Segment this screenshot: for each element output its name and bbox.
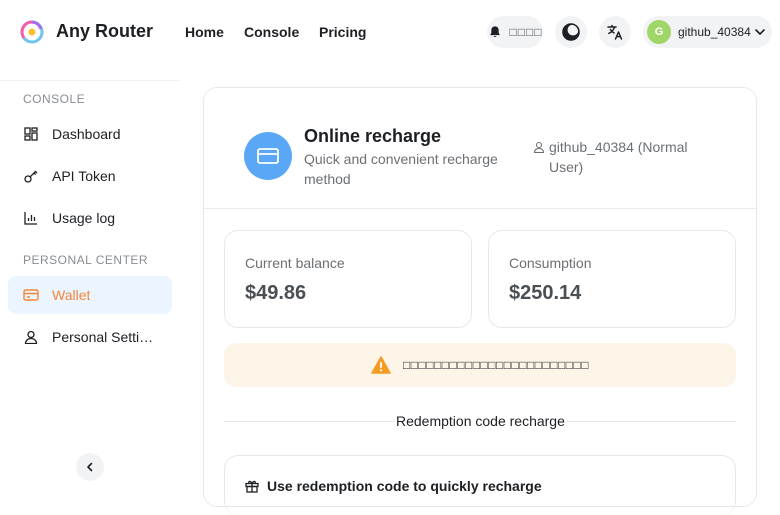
chart-icon [23, 210, 39, 226]
balance-label: Current balance [245, 255, 345, 271]
nav-home[interactable]: Home [185, 24, 224, 40]
current-user-info: github_40384 (Normal User) [533, 137, 713, 177]
sidebar-section-console: CONSOLE [23, 92, 86, 106]
chevron-down-icon [755, 29, 765, 35]
sidebar-item-api-token[interactable]: API Token [8, 157, 172, 195]
top-bar: Any Router Home Console Pricing □□□□ G g… [0, 0, 780, 64]
app-name[interactable]: Any Router [56, 21, 153, 42]
avatar: G [647, 20, 671, 44]
redemption-title: Use redemption code to quickly recharge [245, 478, 542, 494]
sidebar-item-label: Wallet [52, 287, 91, 303]
balance-value: $49.86 [245, 282, 307, 304]
user-name: github_40384 [678, 25, 751, 39]
sidebar-item-label: Usage log [52, 210, 116, 226]
sidebar-item-label: Dashboard [52, 126, 121, 142]
current-user-text: github_40384 (Normal User) [549, 139, 688, 175]
recharge-card: Online recharge Quick and convenient rec… [203, 87, 757, 515]
bell-icon [489, 26, 500, 38]
notice-button[interactable]: □□□□ [487, 16, 543, 48]
nav-pricing[interactable]: Pricing [319, 24, 366, 40]
recharge-card-header: Online recharge Quick and convenient rec… [204, 88, 756, 209]
user-menu-button[interactable]: G github_40384 [643, 16, 772, 48]
consumption-card: Consumption $250.14 [488, 230, 736, 328]
key-icon [23, 168, 39, 184]
user-icon [23, 329, 39, 345]
sidebar-item-label: Personal Settings [52, 329, 156, 345]
sidebar-item-usage-log[interactable]: Usage log [8, 199, 172, 237]
app-logo-icon[interactable] [20, 20, 44, 44]
user-icon [533, 141, 545, 153]
wallet-icon [23, 287, 39, 303]
consumption-label: Consumption [509, 255, 592, 271]
redemption-title-text: Use redemption code to quickly recharge [267, 478, 542, 494]
collapse-sidebar-button[interactable] [76, 453, 104, 481]
chevron-left-icon [87, 462, 93, 472]
dashboard-icon [23, 126, 39, 142]
warning-text: □□□□□□□□□□□□□□□□□□□□□□□□ [403, 358, 589, 372]
credit-card-icon [244, 132, 292, 180]
page-title: Online recharge [304, 126, 442, 146]
sidebar-section-personal: PERSONAL CENTER [23, 253, 149, 267]
page-subtitle: Quick and convenient recharge method [304, 151, 498, 187]
divider-left [224, 421, 394, 422]
warning-icon [371, 356, 391, 374]
sidebar-item-personal-settings[interactable]: Personal Settings [8, 318, 172, 356]
redemption-divider-label: Redemption code recharge [395, 413, 566, 429]
notice-label: □□□□ [509, 25, 543, 39]
moon-icon [562, 23, 580, 41]
theme-toggle-button[interactable] [555, 16, 587, 48]
sidebar-item-label: API Token [52, 168, 116, 184]
translate-icon [607, 24, 623, 40]
language-button[interactable] [599, 16, 631, 48]
sidebar: CONSOLE Dashboard API Token Usage log PE… [0, 80, 180, 493]
redemption-section: Use redemption code to quickly recharge [224, 455, 736, 515]
sidebar-item-dashboard[interactable]: Dashboard [8, 115, 172, 153]
balance-card: Current balance $49.86 [224, 230, 472, 328]
divider-right [566, 421, 736, 422]
sidebar-item-wallet[interactable]: Wallet [8, 276, 172, 314]
gift-icon [245, 479, 259, 493]
nav-console[interactable]: Console [244, 24, 299, 40]
warning-banner: □□□□□□□□□□□□□□□□□□□□□□□□ [224, 343, 736, 387]
consumption-value: $250.14 [509, 282, 582, 304]
